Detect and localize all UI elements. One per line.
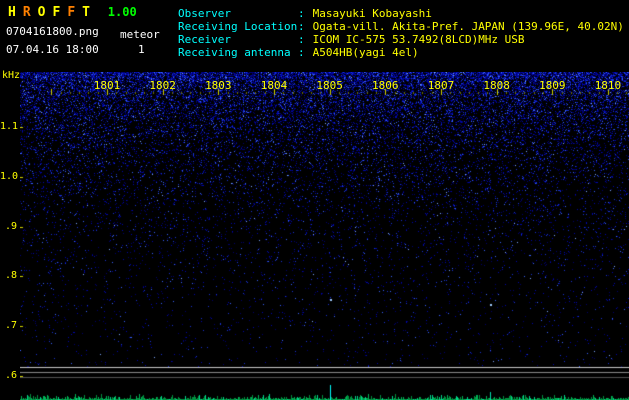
info-colon: : <box>298 46 305 59</box>
y-tick-label: .7 <box>4 320 17 332</box>
y-tick-label: 1.0 <box>0 170 19 182</box>
x-tick-label: 1809 <box>539 79 566 92</box>
info-colon: : <box>298 7 305 20</box>
spectrogram-plot: 1801 1802 1803 1804 1805 1806 1807 1808 1809 1810 <box>20 72 629 400</box>
x-tick-label: 1804 <box>260 79 288 92</box>
y-tick-label: .8 <box>4 270 17 282</box>
app-title-letter: R <box>22 5 31 20</box>
info-label: Receiver <box>178 33 231 46</box>
info-value: Masayuki Kobayashi <box>312 7 432 20</box>
spectrogram-canvas <box>20 72 629 400</box>
info-colon: : <box>298 33 305 46</box>
y-tick-label: .6 <box>4 370 17 381</box>
info-row: Receiving antenna: A504HB(yagi 4el) <box>178 46 624 59</box>
observation-mode-label: meteor <box>120 28 160 41</box>
info-value: A504HB(yagi 4el) <box>312 46 419 59</box>
info-row: Receiver: ICOM IC-575 53.7492(8LCD)MHz US… <box>178 33 624 46</box>
hrofft-output: HROFFT 1.00 0704161800.png meteor 07.04.… <box>0 0 629 400</box>
app-title-letter: T <box>82 5 90 20</box>
x-tick-label: 1806 <box>372 79 399 92</box>
info-colon: : <box>298 20 305 33</box>
y-axis-unit-label: kHz <box>2 70 21 81</box>
output-filename: 0704161800.png <box>6 25 99 38</box>
observation-datetime: 07.04.16 18:00 <box>6 43 99 56</box>
app-title-letter: H <box>8 5 16 20</box>
info-value: Ogata-vill. Akita-Pref. JAPAN (139.96E, … <box>312 20 624 33</box>
app-version: 1.00 <box>107 5 137 19</box>
app-title-letter: F <box>52 5 61 20</box>
info-row: Receiving Location: Ogata-vill. Akita-Pre… <box>178 20 624 33</box>
x-tick-label: 1802 <box>149 79 176 92</box>
station-info: Observer: Masayuki Kobayashi Receiving Loc… <box>178 7 624 59</box>
info-label: Observer <box>178 7 231 20</box>
y-tick-label: 1.1 <box>0 121 19 132</box>
x-tick-label: 1810 <box>594 79 622 92</box>
x-tick-label: 1805 <box>316 79 343 92</box>
x-tick-label: 1807 <box>427 79 455 92</box>
app-title-letters: HROFFT <box>8 5 97 20</box>
x-tick-label: 1803 <box>205 79 232 92</box>
info-label: Receiving Location <box>178 20 298 33</box>
x-tick-label: 1801 <box>93 79 121 92</box>
x-tick-label: 1808 <box>483 79 510 92</box>
y-tick-label: .9 <box>4 220 17 232</box>
info-label: Receiving antenna <box>178 46 291 59</box>
meteor-count: 1 <box>138 43 145 56</box>
app-title-letter: F <box>67 5 76 20</box>
app-title-letter: O <box>37 5 46 20</box>
app-title: HROFFT 1.00 <box>8 5 137 20</box>
info-value: ICOM IC-575 53.7492(8LCD)MHz USB <box>312 33 525 46</box>
info-row: Observer: Masayuki Kobayashi <box>178 7 624 20</box>
